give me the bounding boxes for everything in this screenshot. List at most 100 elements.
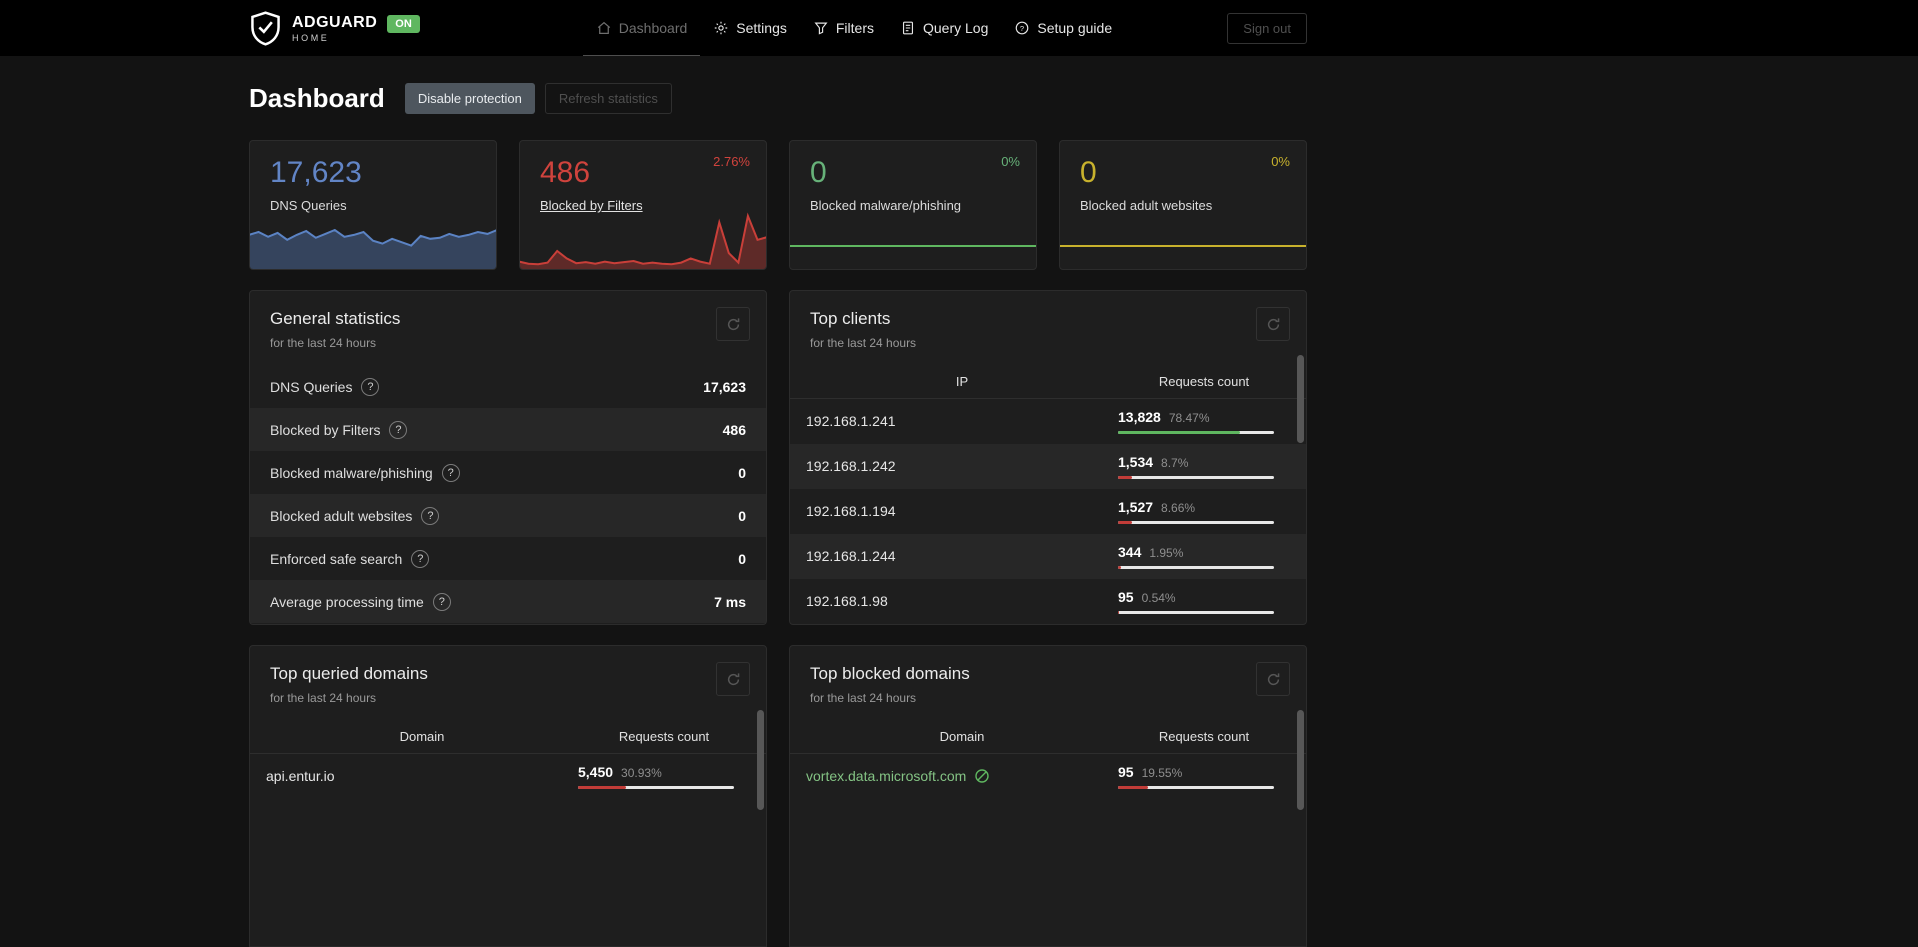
blocked-malware-label: Blocked malware/phishing	[810, 198, 962, 213]
requests-count: 13,828	[1118, 409, 1161, 425]
requests-percent: 30.93%	[621, 766, 662, 780]
progress-bar-fill	[1118, 611, 1119, 614]
refresh-icon-button[interactable]	[1256, 662, 1290, 696]
client-ip[interactable]: 192.168.1.194	[806, 503, 896, 519]
progress-bar-fill	[1118, 786, 1149, 789]
nav-label: Setup guide	[1037, 19, 1113, 36]
sign-out-button[interactable]: Sign out	[1227, 12, 1307, 44]
nav-query-log[interactable]: Query Log	[887, 0, 1001, 56]
nav-label: Settings	[736, 19, 787, 36]
progress-bar	[578, 786, 734, 789]
dns-queries-value: 17,623	[270, 156, 362, 189]
table-row: vortex.data.microsoft.com 95 19.55%	[790, 754, 1306, 799]
refresh-statistics-button[interactable]: Refresh statistics	[544, 82, 672, 114]
question-circle-icon: ?	[1014, 20, 1030, 36]
nav-settings[interactable]: Settings	[700, 0, 800, 56]
table-row: api.entur.io 5,450 30.93%	[250, 754, 766, 799]
brand-name: ADGUARD	[292, 13, 378, 31]
svg-text:?: ?	[1020, 23, 1024, 32]
refresh-icon-button[interactable]	[716, 307, 750, 341]
nav-label: Query Log	[923, 19, 989, 36]
requests-percent: 0.54%	[1141, 591, 1176, 605]
stats-row: Blocked adult websites ? 0	[250, 494, 766, 537]
client-ip[interactable]: 192.168.1.98	[806, 593, 888, 609]
nav-dashboard[interactable]: Dashboard	[582, 0, 701, 56]
scrollbar-thumb[interactable]	[1297, 710, 1304, 810]
stats-row: Blocked by Filters ? 486	[250, 408, 766, 451]
help-icon[interactable]: ?	[421, 506, 440, 525]
brand[interactable]: ADGUARD HOME ON	[249, 10, 420, 47]
stat-row-value: 7 ms	[714, 593, 746, 610]
blocked-filters-sparkline	[520, 212, 766, 269]
blocked-filters-percent: 2.76%	[713, 154, 750, 169]
table-header: IP Requests count	[790, 365, 1306, 399]
scrollbar-thumb[interactable]	[1297, 355, 1304, 443]
scrollbar-thumb[interactable]	[757, 710, 764, 810]
stat-row-value: 17,623	[703, 378, 746, 395]
refresh-icon-button[interactable]	[716, 662, 750, 696]
stat-row-label: Blocked malware/phishing	[270, 464, 433, 481]
requests-count: 1,527	[1118, 499, 1154, 515]
brand-subtitle: HOME	[292, 32, 330, 43]
help-icon[interactable]: ?	[389, 420, 408, 439]
top-clients-table: 192.168.1.241 13,828 78.47% 192.168.1.242	[790, 399, 1306, 624]
dashboard-home-icon	[596, 20, 612, 36]
main-nav: Dashboard Settings Filters Query Log ? S…	[582, 0, 1125, 56]
top-queried-domains-table: api.entur.io 5,450 30.93%	[250, 754, 766, 799]
table-header: Domain Requests count	[250, 720, 766, 754]
stats-row: Average processing time ? 7 ms	[250, 580, 766, 623]
domain-name[interactable]: vortex.data.microsoft.com	[806, 768, 966, 784]
stat-row-label: DNS Queries	[270, 378, 353, 395]
column-header-domain[interactable]: Domain	[806, 729, 1118, 744]
refresh-icon	[727, 317, 739, 330]
panel-subtitle: for the last 24 hours	[270, 691, 377, 705]
blocked-filters-link[interactable]: Blocked by Filters	[540, 198, 643, 213]
nav-filters[interactable]: Filters	[800, 0, 887, 56]
column-header-ip[interactable]: IP	[806, 374, 1118, 389]
refresh-icon-button[interactable]	[1256, 307, 1290, 341]
stat-row-value: 0	[738, 550, 746, 567]
progress-bar-fill	[1118, 431, 1241, 434]
requests-percent: 8.7%	[1161, 456, 1189, 470]
panel-subtitle: for the last 24 hours	[810, 691, 917, 705]
stats-row: Enforced safe search ? 0	[250, 537, 766, 580]
page-title: Dashboard	[249, 82, 385, 113]
blocked-malware-sparkline	[790, 245, 1036, 247]
blocked-adult-value: 0	[1080, 156, 1097, 189]
stat-row-value: 486	[722, 421, 746, 438]
column-header-requests[interactable]: Requests count	[578, 729, 750, 744]
refresh-icon	[727, 672, 739, 685]
dashboard-page: Dashboard Disable protection Refresh sta…	[249, 80, 1307, 947]
table-row: 192.168.1.241 13,828 78.47%	[790, 399, 1306, 444]
top-blocked-domains-panel: Top blocked domains for the last 24 hour…	[789, 645, 1307, 947]
dns-queries-label: DNS Queries	[270, 198, 347, 213]
client-ip[interactable]: 192.168.1.244	[806, 548, 896, 564]
column-header-requests[interactable]: Requests count	[1118, 729, 1290, 744]
stat-cards-row: 17,623 DNS Queries 486 Blocked by Filter…	[249, 140, 1307, 270]
column-header-requests[interactable]: Requests count	[1118, 374, 1290, 389]
column-header-domain[interactable]: Domain	[266, 729, 578, 744]
client-ip[interactable]: 192.168.1.242	[806, 458, 896, 474]
top-clients-panel: Top clients for the last 24 hours IP Req…	[789, 290, 1307, 625]
blocked-adult-percent: 0%	[1271, 154, 1290, 169]
disable-protection-button[interactable]: Disable protection	[404, 82, 535, 114]
blocked-filters-card: 486 Blocked by Filters 2.76%	[519, 140, 767, 270]
progress-bar-fill	[1118, 476, 1132, 479]
stats-row: DNS Queries ? 17,623	[250, 365, 766, 408]
requests-percent: 1.95%	[1149, 546, 1184, 560]
stat-row-value: 0	[738, 464, 746, 481]
panel-title: Top blocked domains	[810, 664, 970, 683]
nav-setup-guide[interactable]: ? Setup guide	[1001, 0, 1125, 56]
client-ip[interactable]: 192.168.1.241	[806, 413, 896, 429]
domain-name[interactable]: api.entur.io	[266, 768, 335, 784]
help-icon[interactable]: ?	[411, 549, 430, 568]
help-icon[interactable]: ?	[441, 463, 460, 482]
panel-title: Top clients	[810, 309, 891, 328]
panel-title: General statistics	[270, 309, 401, 328]
dns-queries-card: 17,623 DNS Queries	[249, 140, 497, 270]
dns-queries-sparkline	[250, 226, 496, 269]
help-icon[interactable]: ?	[361, 377, 380, 396]
requests-count: 344	[1118, 544, 1142, 560]
panel-subtitle: for the last 24 hours	[810, 336, 917, 350]
help-icon[interactable]: ?	[432, 592, 451, 611]
